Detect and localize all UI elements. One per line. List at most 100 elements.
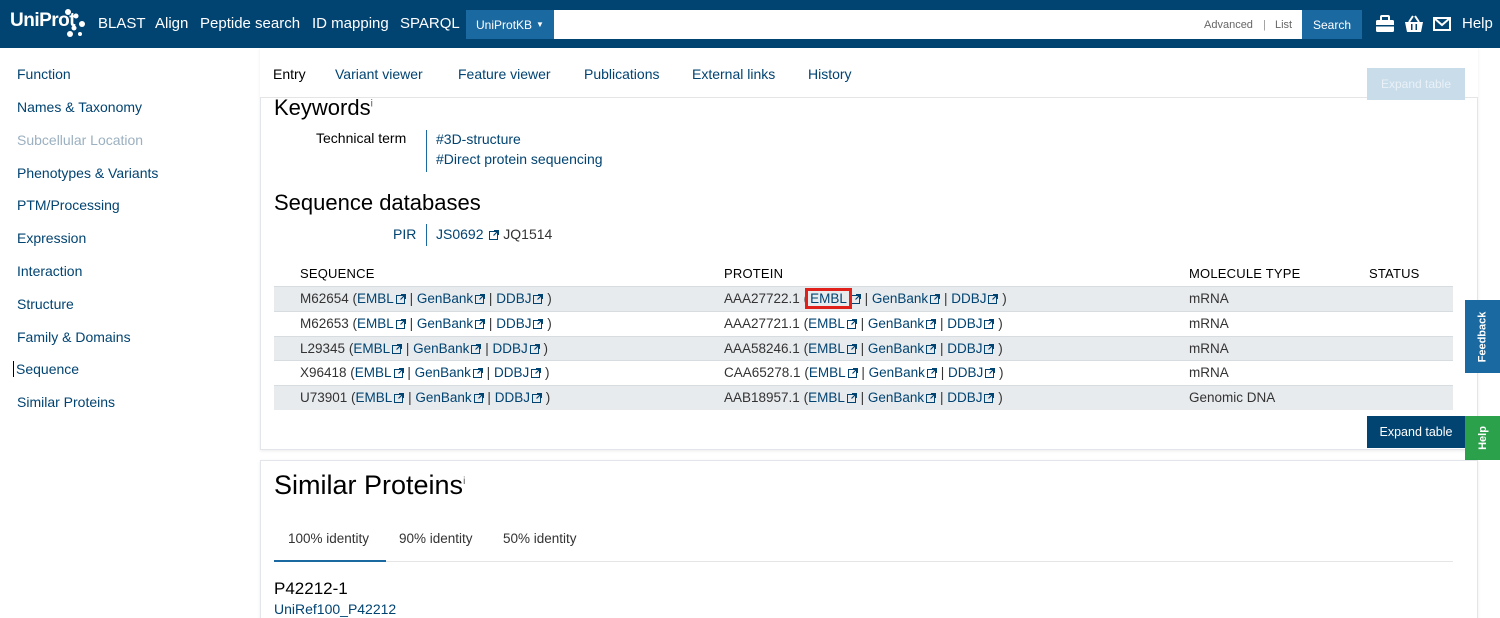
- protein-genbank-link[interactable]: GenBank: [868, 341, 924, 356]
- protein-ddbj-link[interactable]: DDBJ: [947, 390, 982, 405]
- expand-table-button[interactable]: Expand table: [1367, 416, 1465, 448]
- help-tab[interactable]: Help: [1465, 416, 1500, 460]
- tab-variant-viewer[interactable]: Variant viewer: [335, 66, 423, 82]
- external-link-icon: [531, 368, 542, 378]
- toolbox-icon[interactable]: [1375, 14, 1395, 34]
- search-button[interactable]: Search: [1302, 10, 1362, 39]
- separator: |: [409, 291, 414, 306]
- external-link-icon: [926, 393, 937, 403]
- protein-id: AAA58246.1: [724, 341, 800, 356]
- separator: |: [864, 291, 869, 306]
- sidebar-item-interaction[interactable]: Interaction: [17, 263, 82, 279]
- sidebar-item-expression[interactable]: Expression: [17, 230, 86, 246]
- keyword-direct-protein-sequencing-link[interactable]: #Direct protein sequencing: [436, 151, 603, 167]
- sidebar-item-ptm-processing[interactable]: PTM/Processing: [17, 197, 120, 213]
- sequence-embl-link[interactable]: EMBL: [356, 390, 393, 405]
- sequence-embl-link[interactable]: EMBL: [357, 291, 394, 306]
- tab-publications[interactable]: Publications: [584, 66, 660, 82]
- sidebar-item-similar-proteins[interactable]: Similar Proteins: [17, 394, 115, 410]
- database-select[interactable]: UniProtKB ▼: [466, 10, 554, 39]
- feedback-tab[interactable]: Feedback: [1465, 300, 1500, 373]
- protein-embl-link[interactable]: EMBL: [808, 390, 845, 405]
- protein-embl-link[interactable]: EMBL: [805, 288, 852, 309]
- sidebar-item-family-domains[interactable]: Family & Domains: [17, 329, 131, 345]
- external-link-icon: [533, 319, 544, 329]
- search-input[interactable]: [554, 10, 1302, 39]
- sequence-ddbj-link[interactable]: DDBJ: [495, 390, 530, 405]
- sequence-genbank-link[interactable]: GenBank: [413, 341, 469, 356]
- external-link-icon: [472, 368, 483, 378]
- tab-feature-viewer[interactable]: Feature viewer: [458, 66, 551, 82]
- protein-embl-link[interactable]: EMBL: [808, 341, 845, 356]
- sidebar-item-function[interactable]: Function: [17, 66, 71, 82]
- sequence-ddbj-link[interactable]: DDBJ: [496, 291, 531, 306]
- external-link-icon: [475, 319, 486, 329]
- separator: |: [860, 316, 865, 331]
- sequence-genbank-link[interactable]: GenBank: [417, 316, 473, 331]
- pir-value: JS0692 JQ1514: [436, 226, 552, 242]
- sidebar-item-sequence[interactable]: Sequence: [13, 361, 79, 377]
- protein-cell: AAA27722.1 (EMBL | GenBank | DDBJ ): [724, 288, 1007, 309]
- external-link-icon: [529, 344, 540, 354]
- tab-external-links[interactable]: External links: [692, 66, 775, 82]
- table-row: L29345 (EMBL | GenBank | DDBJ ) AAA58246.…: [274, 336, 1453, 361]
- list-search-link[interactable]: List: [1275, 19, 1292, 31]
- sequence-id: M62654: [300, 291, 349, 306]
- sequence-embl-link[interactable]: EMBL: [357, 316, 394, 331]
- tab-90-identity[interactable]: 90% identity: [399, 531, 473, 546]
- protein-ddbj-link[interactable]: DDBJ: [948, 365, 983, 380]
- sidebar-item-structure[interactable]: Structure: [17, 296, 74, 312]
- protein-cell: AAA27721.1 (EMBL | GenBank | DDBJ ): [724, 316, 1003, 331]
- tab-100-identity[interactable]: 100% identity: [288, 531, 369, 546]
- table-row: X96418 (EMBL | GenBank | DDBJ ) CAA65278.…: [274, 360, 1453, 385]
- protein-ddbj-link[interactable]: DDBJ: [947, 341, 982, 356]
- nav-id-mapping[interactable]: ID mapping: [312, 15, 389, 32]
- tab-entry[interactable]: Entry: [273, 66, 306, 82]
- protein-id: CAA65278.1: [724, 365, 801, 380]
- tab-50-identity[interactable]: 50% identity: [503, 531, 577, 546]
- protein-genbank-link[interactable]: GenBank: [869, 365, 925, 380]
- pir-js0692-link[interactable]: JS0692: [436, 226, 483, 242]
- nav-blast[interactable]: BLAST: [98, 15, 146, 32]
- sidebar-item-names-taxonomy[interactable]: Names & Taxonomy: [17, 99, 142, 115]
- separator: |: [408, 390, 412, 405]
- tab-history[interactable]: History: [808, 66, 852, 82]
- protein-id: AAA27721.1: [724, 316, 800, 331]
- sidebar-item-phenotypes-variants[interactable]: Phenotypes & Variants: [17, 165, 158, 181]
- molecule-type-cell: mRNA: [1189, 341, 1229, 356]
- sequence-ddbj-link[interactable]: DDBJ: [496, 316, 531, 331]
- protein-genbank-link[interactable]: GenBank: [868, 390, 924, 405]
- protein-ddbj-link[interactable]: DDBJ: [951, 291, 986, 306]
- separator: |: [943, 291, 948, 306]
- uniref-cluster-link[interactable]: UniRef100_P42212: [274, 601, 396, 617]
- advanced-search-link[interactable]: Advanced: [1204, 19, 1253, 31]
- help-link[interactable]: Help: [1462, 15, 1493, 32]
- protein-embl-link[interactable]: EMBL: [808, 316, 845, 331]
- info-icon[interactable]: i: [371, 99, 373, 110]
- nav-sparql[interactable]: SPARQL: [400, 15, 460, 32]
- table-row: U73901 (EMBL | GenBank | DDBJ ) AAB18957.…: [274, 385, 1453, 410]
- sequence-genbank-link[interactable]: GenBank: [415, 390, 471, 405]
- sequence-embl-link[interactable]: EMBL: [355, 365, 392, 380]
- info-icon[interactable]: i: [463, 476, 465, 487]
- protein-genbank-link[interactable]: GenBank: [868, 316, 924, 331]
- separator: |: [861, 365, 865, 380]
- envelope-icon[interactable]: [1432, 14, 1452, 34]
- table-row: M62654 (EMBL | GenBank | DDBJ ) AAA27722.…: [274, 286, 1453, 311]
- keyword-3d-structure-link[interactable]: #3D-structure: [436, 131, 521, 147]
- sequence-ddbj-link[interactable]: DDBJ: [492, 341, 527, 356]
- similar-proteins-title-text: Similar Proteins: [274, 470, 464, 500]
- sequence-genbank-link[interactable]: GenBank: [417, 291, 473, 306]
- external-link-icon: [984, 319, 995, 329]
- sequence-genbank-link[interactable]: GenBank: [415, 365, 471, 380]
- protein-ddbj-link[interactable]: DDBJ: [947, 316, 982, 331]
- nav-peptide-search[interactable]: Peptide search: [200, 15, 300, 32]
- entry-tabs-bar: [260, 48, 1478, 98]
- nav-align[interactable]: Align: [155, 15, 188, 32]
- basket-icon[interactable]: [1404, 14, 1424, 34]
- pir-label[interactable]: PIR: [393, 226, 416, 242]
- sequence-embl-link[interactable]: EMBL: [353, 341, 390, 356]
- protein-genbank-link[interactable]: GenBank: [872, 291, 928, 306]
- sequence-ddbj-link[interactable]: DDBJ: [494, 365, 529, 380]
- protein-embl-link[interactable]: EMBL: [809, 365, 846, 380]
